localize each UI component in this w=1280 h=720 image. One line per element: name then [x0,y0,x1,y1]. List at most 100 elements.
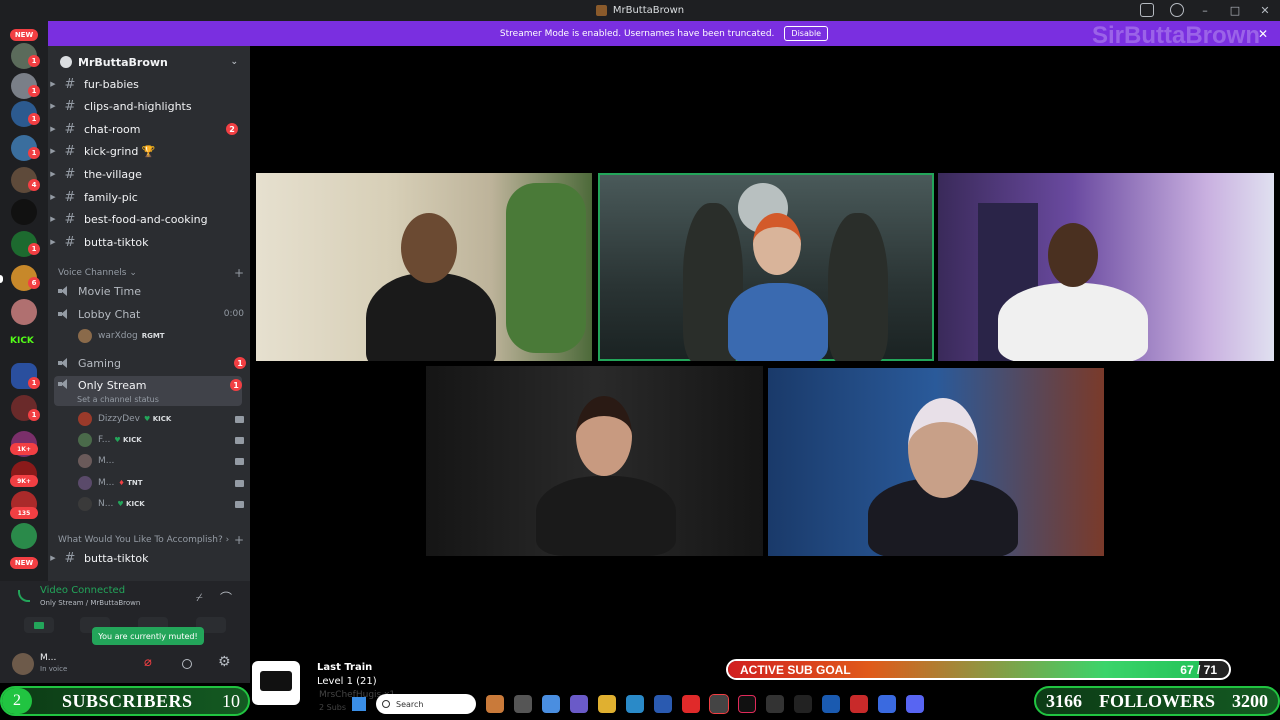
category-label: What Would You Like To Accomplish? [58,535,223,545]
person [998,283,1148,361]
server-badge: 1 [28,147,40,159]
user-panel-status: In voice [40,665,68,673]
hash-icon: # [64,189,76,205]
start-icon[interactable] [352,697,366,711]
hash-icon: # [64,550,76,566]
kick-server-label[interactable]: KICK [10,336,34,346]
mic-muted-icon[interactable]: ⌀ [144,655,152,670]
unread-badge: 1 [234,357,246,369]
voice-channel-lobby-chat[interactable]: Lobby Chat 0:00 [58,304,246,324]
speaker-icon [58,286,72,296]
user-panel-name[interactable]: M... [40,653,56,663]
video-tile[interactable] [768,368,1104,556]
channel-item[interactable]: ▶ # chat-room 2 [48,119,250,139]
youtube-icon[interactable] [682,695,700,713]
channel-item[interactable]: ▶ # clips-and-highlights [48,96,250,116]
sub-goal-bar: ACTIVE SUB GOAL 67 / 71 [726,659,1231,680]
minimize-button[interactable]: – [1190,0,1220,21]
taskbar-app-icon[interactable] [709,694,729,714]
signal-icon[interactable] [18,590,30,602]
server-badge: 1K+ [10,443,38,455]
channel-name: family-pic [84,190,138,204]
voice-channel-gaming[interactable]: Gaming 1 [58,353,246,373]
channel-item[interactable]: ▶ # family-pic [48,187,250,207]
taskbar-app-icon[interactable] [878,695,896,713]
server-icon[interactable] [11,299,37,325]
taskbar-app-icon[interactable] [570,695,588,713]
maximize-button[interactable]: □ [1220,0,1250,21]
user-tag: KICK [126,500,145,508]
video-tile-speaking[interactable] [598,173,934,361]
server-badge: 135 [10,507,38,519]
window-title-bar: MrButtaBrown – □ ✕ [0,0,1280,21]
channel-item[interactable]: ▶ # fur-babies [48,74,250,94]
hash-icon: # [64,234,76,250]
taskbar-app-icon[interactable] [514,695,532,713]
inbox-icon[interactable] [1140,3,1154,17]
avatar[interactable] [12,653,34,675]
server-badge: 4 [28,179,40,191]
camera-button[interactable] [24,617,54,633]
taskbar-app-icon[interactable] [654,695,672,713]
taskbar-app-icon[interactable] [486,695,504,713]
server-badge: 1 [28,85,40,97]
speaker-icon [58,379,72,389]
stream-user[interactable]: F... ♥ KICK [78,430,244,450]
taskbar-app-icon[interactable] [822,695,840,713]
chevron-right-icon: ▶ [50,147,56,155]
taskbar-app-icon[interactable] [850,695,868,713]
video-tile[interactable] [938,173,1274,361]
tiktok-icon[interactable] [738,695,756,713]
stream-user[interactable]: DizzyDev ♥ KICK [78,409,244,429]
stream-user[interactable]: M... [78,451,244,471]
channel-item[interactable]: ▶ # butta-tiktok [48,548,250,568]
discord-icon[interactable] [906,695,924,713]
channel-item[interactable]: ▶ # kick-grind 🏆 [48,141,250,161]
taskbar-app-icon[interactable] [766,695,784,713]
user-tag: RGMT [141,332,165,340]
channel-item[interactable]: ▶ # the-village [48,164,250,184]
stream-user[interactable]: N... ♥ KICK [78,494,244,514]
channel-item[interactable]: ▶ # butta-tiktok [48,232,250,252]
server-rail: NEW 1 1 1 1 4 1 6 KICK 1 1 1K+ 9K+ 135 N… [0,21,48,581]
server-badge: 1 [28,243,40,255]
server-icon[interactable] [11,199,37,225]
server-icon[interactable] [11,523,37,549]
disconnect-icon[interactable]: ⌒ [220,589,232,606]
chevron-down-icon[interactable]: ⌄ [230,57,238,67]
followers-bar: 3166 FOLLOWERS 3200 [1034,686,1280,716]
voice-category[interactable]: Voice Channels ⌄ + [58,266,244,280]
close-window-button[interactable]: ✕ [1250,0,1280,21]
noise-suppression-icon[interactable]: ⌿ [196,591,203,605]
channel-item[interactable]: ▶ # best-food-and-cooking [48,209,250,229]
avatar [78,454,92,468]
server-new-tag: NEW [10,29,38,41]
close-banner-icon[interactable]: ✕ [1258,27,1268,41]
disable-streamer-mode-button[interactable]: Disable [784,26,829,41]
voice-channel-name: Movie Time [78,284,141,298]
voice-user[interactable]: warXdog RGMT [78,326,244,346]
video-tile[interactable] [426,366,763,556]
add-channel-icon[interactable]: + [234,266,244,280]
taskbar-app-icon[interactable] [626,695,644,713]
settings-gear-icon[interactable]: ⚙ [218,654,231,670]
camera-icon [235,415,244,423]
voice-channel-movie-time[interactable]: Movie Time [58,281,246,301]
hash-icon: # [64,166,76,182]
user-name: M... [98,456,115,466]
taskbar-app-icon[interactable] [794,695,812,713]
taskbar-app-icon[interactable] [542,695,560,713]
stream-user[interactable]: M... ♦ TNT [78,473,244,493]
video-tile[interactable] [256,173,592,361]
person-head [401,213,457,283]
add-channel-icon[interactable]: + [234,533,244,547]
category-accomplish[interactable]: What Would You Like To Accomplish? › + [58,533,244,547]
subscriber-goal: 10 [222,690,240,711]
headphones-icon[interactable] [182,659,192,669]
taskbar-app-icon[interactable] [598,695,616,713]
avatar [78,329,92,343]
voice-channel-path[interactable]: Only Stream / MrButtaBrown [40,599,140,607]
taskbar-search[interactable]: Search [376,694,476,714]
channel-status[interactable]: Set a channel status [77,395,159,404]
help-icon[interactable] [1170,3,1184,17]
